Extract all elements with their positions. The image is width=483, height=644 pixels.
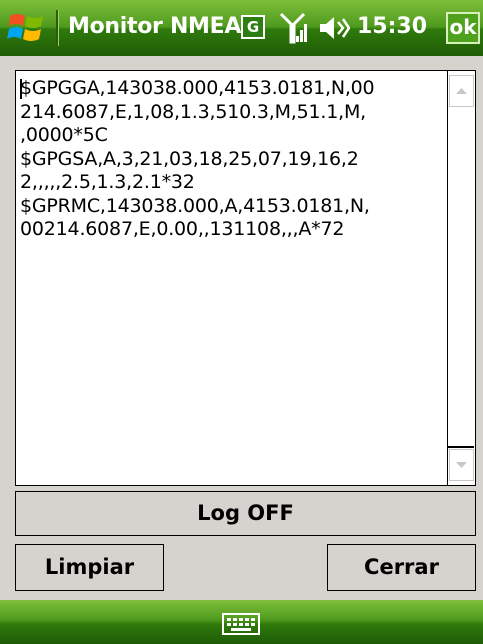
clock[interactable]: 15:30 — [357, 14, 427, 39]
close-button[interactable]: Cerrar — [327, 544, 476, 591]
app-title: Monitor NMEA — [68, 14, 242, 39]
ok-button[interactable]: ok — [446, 12, 480, 44]
nmea-output-textarea[interactable]: $GPGGA,143038.000,4153.0181,N,00 214.608… — [15, 70, 448, 486]
bottom-menu-bar — [0, 600, 483, 644]
signal-icon[interactable] — [279, 12, 309, 44]
arrow-down-icon — [456, 462, 467, 468]
clear-button[interactable]: Limpiar — [15, 544, 164, 591]
scroll-track[interactable] — [448, 113, 474, 443]
volume-icon[interactable] — [318, 15, 350, 41]
scroll-up-button[interactable] — [449, 75, 474, 107]
gprs-icon[interactable]: G — [241, 15, 265, 39]
arrow-up-icon — [456, 88, 467, 94]
scroll-down-button[interactable] — [449, 449, 474, 481]
windows-start-icon[interactable] — [6, 8, 48, 48]
log-toggle-button[interactable]: Log OFF — [15, 491, 476, 536]
title-separator — [56, 10, 59, 46]
title-bar: Monitor NMEA G 15:30 ok — [0, 0, 483, 56]
vertical-scrollbar[interactable] — [448, 70, 476, 486]
nmea-text: $GPGGA,143038.000,4153.0181,N,00 214.608… — [20, 77, 375, 240]
scroll-divider — [448, 446, 474, 448]
keyboard-icon[interactable] — [222, 613, 260, 635]
